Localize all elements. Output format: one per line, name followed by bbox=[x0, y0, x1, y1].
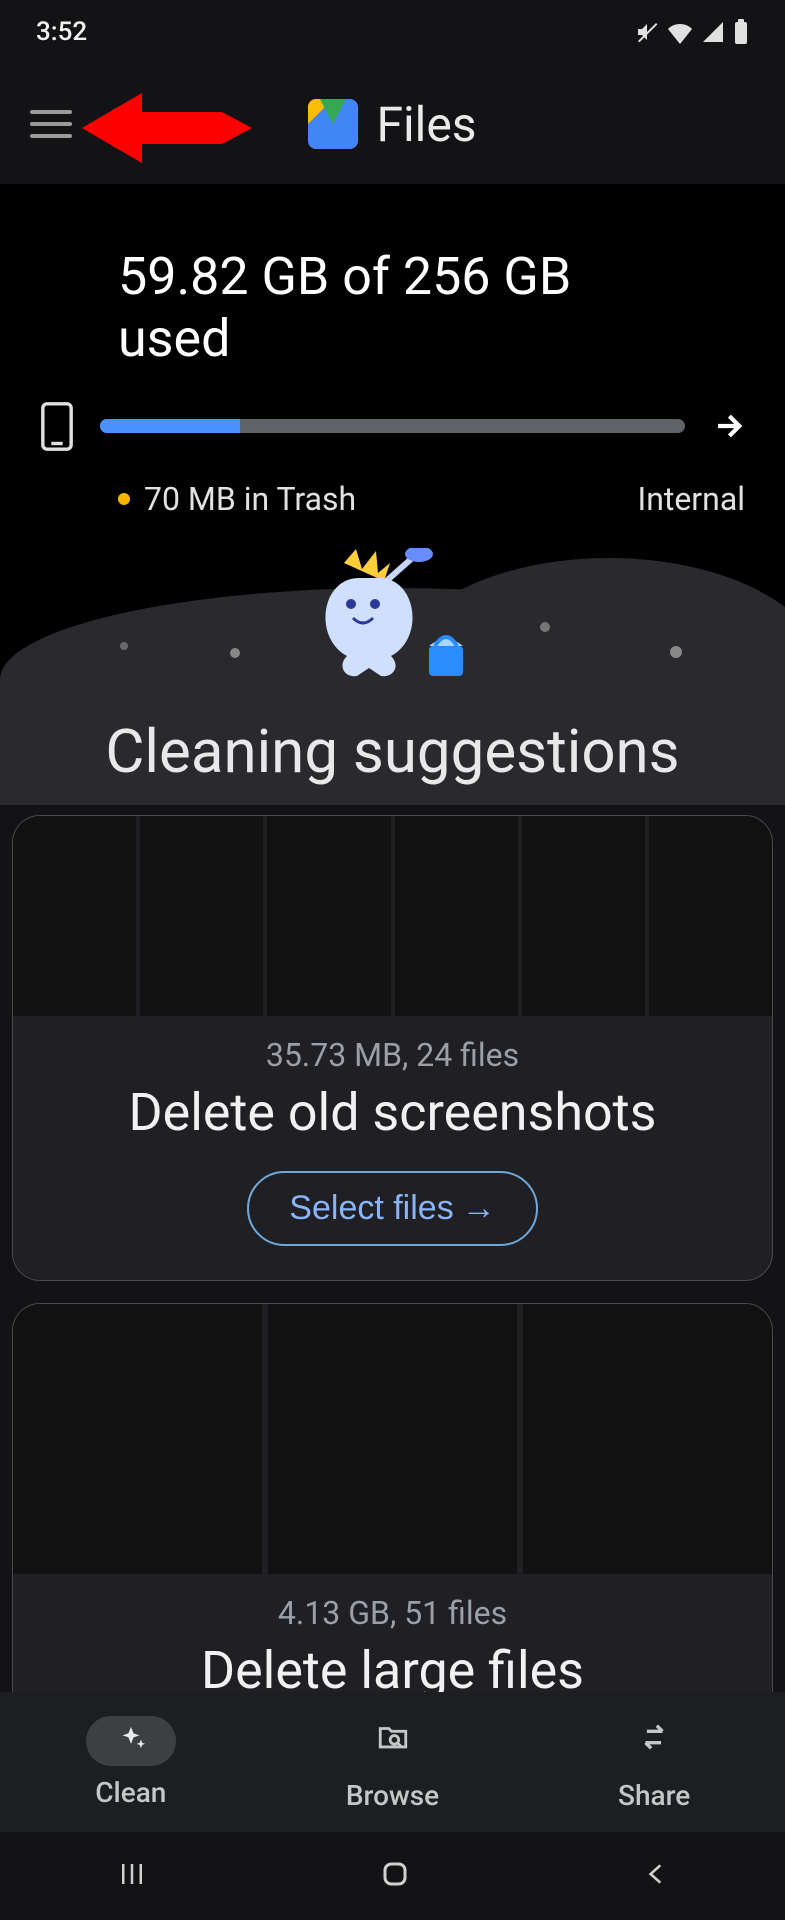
phone-icon bbox=[40, 401, 74, 452]
thumbnail[interactable] bbox=[522, 816, 645, 1016]
app-title: Files bbox=[376, 96, 476, 153]
home-button[interactable] bbox=[350, 1849, 440, 1903]
thumbnail[interactable] bbox=[649, 816, 772, 1016]
status-bar: 3:52 bbox=[0, 0, 785, 64]
suggestion-card-large-files: 4.13 GB, 51 files Delete large files Sel… bbox=[12, 1303, 773, 1733]
mascot-icon bbox=[279, 548, 469, 688]
wifi-icon bbox=[667, 20, 693, 44]
battery-icon bbox=[733, 19, 749, 45]
thumbnail[interactable] bbox=[13, 816, 136, 1016]
swap-icon bbox=[637, 1720, 671, 1754]
thumbnail-strip[interactable] bbox=[13, 816, 772, 1016]
signal-icon bbox=[701, 20, 725, 44]
menu-button[interactable] bbox=[30, 110, 72, 138]
app-bar: Files bbox=[0, 64, 785, 184]
nav-label: Clean bbox=[95, 1776, 166, 1809]
storage-usage-text: 59.82 GB of 256 GB used bbox=[118, 246, 745, 371]
bottom-nav: Clean Browse Share bbox=[0, 1692, 785, 1832]
sparkle-icon bbox=[114, 1724, 148, 1758]
arrow-right-icon: → bbox=[462, 1189, 496, 1227]
back-button[interactable] bbox=[613, 1849, 699, 1903]
folder-search-icon bbox=[374, 1720, 412, 1754]
app-logo-icon bbox=[308, 99, 358, 149]
suggestions-heading: Cleaning suggestions bbox=[0, 698, 785, 805]
thumbnail[interactable] bbox=[140, 816, 263, 1016]
thumbnail[interactable] bbox=[268, 1304, 517, 1574]
status-icons bbox=[635, 19, 749, 45]
select-files-button[interactable]: Select files→ bbox=[247, 1171, 537, 1246]
suggestion-card-screenshots: 35.73 MB, 24 files Delete old screenshot… bbox=[12, 815, 773, 1281]
nav-label: Share bbox=[618, 1779, 690, 1812]
nav-label: Browse bbox=[346, 1779, 439, 1812]
recents-button[interactable] bbox=[87, 1849, 177, 1903]
mascot-banner bbox=[0, 538, 785, 698]
thumbnail[interactable] bbox=[395, 816, 518, 1016]
thumbnail[interactable] bbox=[267, 816, 390, 1016]
mute-icon bbox=[635, 20, 659, 44]
storage-progress bbox=[100, 419, 685, 433]
chevron-right-icon[interactable] bbox=[711, 409, 745, 443]
nav-clean[interactable]: Clean bbox=[0, 1692, 262, 1832]
thumbnail[interactable] bbox=[13, 1304, 262, 1574]
system-nav bbox=[0, 1832, 785, 1920]
trash-info: 70 MB in Trash bbox=[118, 480, 356, 518]
tutorial-arrow-icon bbox=[82, 88, 252, 168]
card-title: Delete old screenshots bbox=[13, 1082, 772, 1171]
status-clock: 3:52 bbox=[36, 17, 87, 47]
nav-share[interactable]: Share bbox=[523, 1692, 785, 1832]
trash-dot-icon bbox=[118, 493, 130, 505]
card-meta: 35.73 MB, 24 files bbox=[13, 1016, 772, 1082]
nav-browse[interactable]: Browse bbox=[262, 1692, 524, 1832]
storage-summary[interactable]: 59.82 GB of 256 GB used 70 MB in Trash I… bbox=[0, 184, 785, 538]
card-meta: 4.13 GB, 51 files bbox=[13, 1574, 772, 1640]
thumbnail[interactable] bbox=[523, 1304, 772, 1574]
thumbnail-strip[interactable] bbox=[13, 1304, 772, 1574]
storage-location: Internal bbox=[637, 480, 745, 518]
